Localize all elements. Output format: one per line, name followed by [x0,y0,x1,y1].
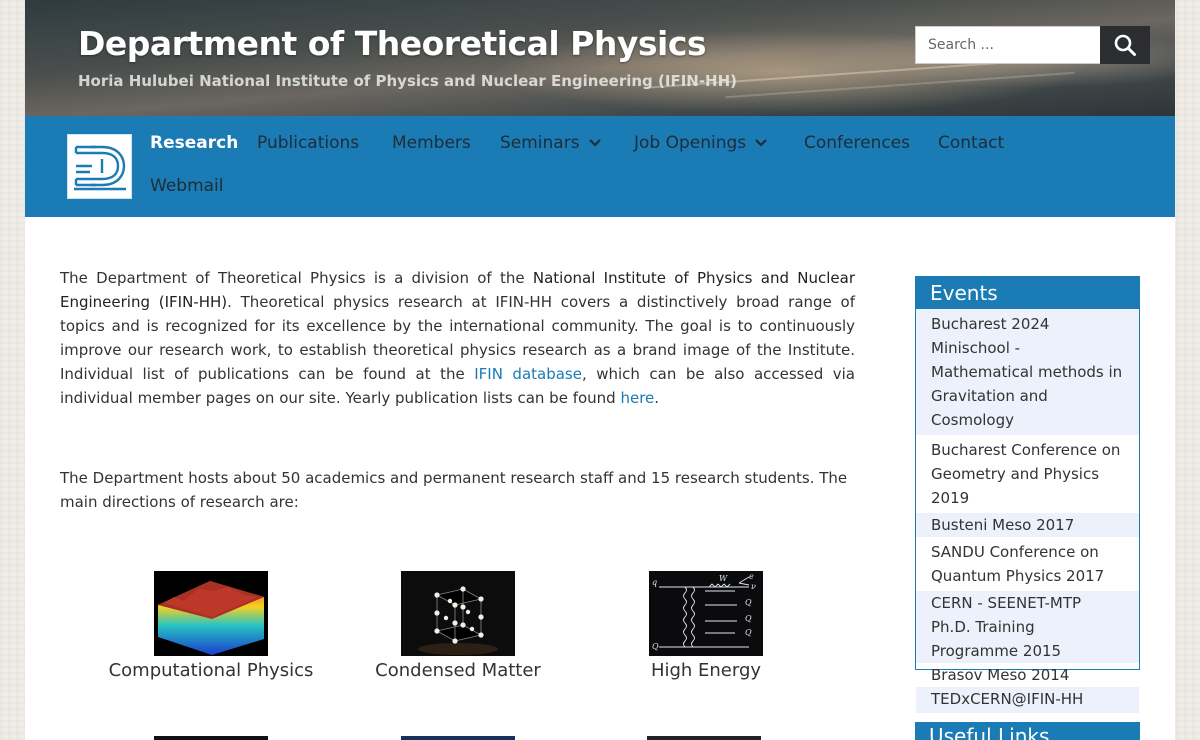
nav-label: Job Openings [634,133,747,153]
events-widget: Events Bucharest 2024 Minischool - Mathe… [915,276,1140,713]
staff-paragraph: The Department hosts about 50 academics … [60,469,848,511]
nav-label: Conferences [804,133,911,153]
event-link[interactable]: TEDxCERN@IFIN-HH [916,687,1139,713]
nav-item-webmail[interactable]: Webmail [150,176,224,196]
chevron-down-icon [755,139,767,147]
text: The Department of Theoretical Physics is… [60,269,533,287]
research-label: Computational Physics [108,660,314,681]
text: . [654,389,660,407]
research-item-computational[interactable]: Computational Physics [106,571,316,683]
svg-text:Q: Q [745,628,752,637]
nav-label: Publications [257,133,360,153]
event-link[interactable]: Brasov Meso 2014 [916,663,1139,687]
page: Department of Theoretical Physics Horia … [25,0,1175,740]
research-label: High Energy [650,660,762,681]
site-header: Department of Theoretical Physics Horia … [25,0,1175,116]
department-logo[interactable] [67,134,132,199]
research-label: Condensed Matter [375,660,541,681]
main-nav: Research Publications Members Seminars J… [25,116,1175,217]
ifin-database-link[interactable]: IFIN database [474,365,582,383]
event-link[interactable]: CERN - SEENET-MTP Ph.D. Training Program… [916,591,1139,663]
svg-text:q: q [652,578,657,587]
svg-text:e: e [749,572,754,581]
nav-item-publications[interactable]: Publications [257,133,359,153]
research-thumb-cropped [154,736,268,740]
nav-label: Contact [938,133,1005,153]
svg-text:Q: Q [652,642,659,651]
search-button[interactable] [1100,26,1150,64]
site-title[interactable]: Department of Theoretical Physics [78,24,707,63]
search-input[interactable] [915,26,1101,64]
nav-label: Webmail [150,176,224,196]
td-logo-icon [74,145,126,191]
header-light-streak [725,71,1075,99]
svg-text:ν: ν [751,582,756,591]
useful-links-title: Useful Links [915,722,1140,740]
main-content: The Department of Theoretical Physics is… [60,266,855,681]
event-link[interactable]: Busteni Meso 2017 [916,513,1139,537]
event-link[interactable]: Bucharest 2024 Minischool - Mathematical… [916,309,1139,435]
nav-label: Seminars [500,133,580,153]
search-icon [1114,34,1136,56]
feynman-diagram-image: qWe νQQ QQ [649,571,763,656]
research-item-high-energy[interactable]: qWe νQQ QQ High Energy [601,571,811,683]
research-thumb-cropped [401,736,515,740]
yearly-publications-link[interactable]: here [620,389,654,407]
nav-item-conferences[interactable]: Conferences [804,133,910,153]
nav-item-members[interactable]: Members [392,133,471,153]
nav-item-research[interactable]: Research [150,133,238,153]
research-thumb-cropped [647,736,761,740]
event-link[interactable]: Bucharest Conference on Geometry and Phy… [916,435,1139,513]
condensed-matter-image [401,571,515,656]
events-title: Events [916,277,1139,309]
computational-physics-image [154,571,268,656]
nav-item-seminars[interactable]: Seminars [500,133,602,153]
site-description: Horia Hulubei National Institute of Phys… [78,72,738,90]
nav-label: Members [392,133,471,153]
nav-item-job-openings[interactable]: Job Openings [634,133,768,153]
svg-text:Q: Q [745,598,752,607]
nav-item-contact[interactable]: Contact [938,133,1004,153]
research-item-condensed-matter[interactable]: Condensed Matter [353,571,563,683]
chevron-down-icon [588,139,601,147]
intro-paragraph: The Department of Theoretical Physics is… [60,266,855,410]
svg-text:W: W [719,574,728,583]
event-link[interactable]: SANDU Conference on Quantum Physics 2017 [916,537,1139,591]
nav-label: Research [150,133,239,153]
svg-text:Q: Q [745,614,752,623]
